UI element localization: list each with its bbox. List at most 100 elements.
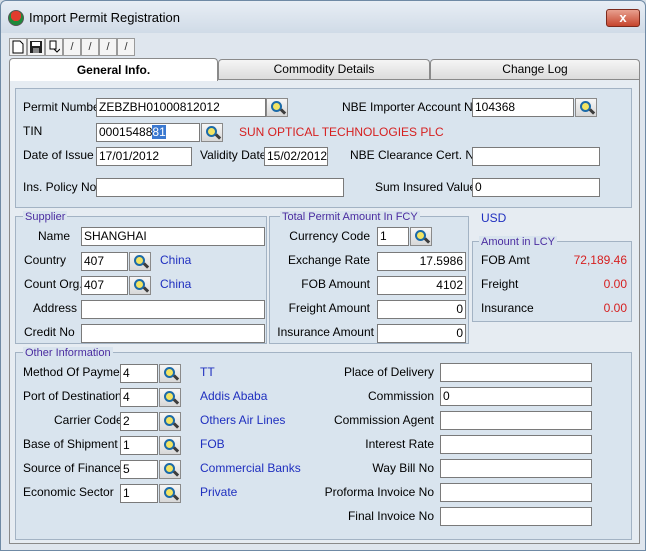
method-of-payment-label: Method Of Payment: [23, 365, 130, 379]
general-info-panel: Permit Number ZEBZBH01000812012 NBE Impo…: [9, 79, 640, 544]
proforma-invoice-label: Proforma Invoice No: [324, 485, 434, 499]
country-name: China: [160, 253, 192, 267]
method-of-payment-field[interactable]: 4: [120, 364, 158, 383]
country-origin-name: China: [160, 277, 192, 291]
freight-amount-label: Freight Amount: [288, 301, 370, 315]
supplier-group-title: Supplier: [23, 211, 68, 223]
close-button[interactable]: x: [606, 9, 640, 27]
proforma-invoice-field[interactable]: [440, 483, 592, 502]
carrier-name: Others Air Lines: [200, 413, 286, 427]
base-shipment-name: FOB: [200, 437, 225, 451]
nav-previous-icon[interactable]: /: [81, 38, 99, 56]
supplier-name-field[interactable]: SHANGHAI: [81, 227, 265, 246]
country-code-field[interactable]: 407: [81, 252, 128, 271]
credit-number-field[interactable]: [81, 324, 265, 343]
commission-label: Commission: [367, 389, 434, 403]
country-origin-label: Count Org.: [24, 277, 83, 291]
waybill-label: Way Bill No: [372, 461, 434, 475]
port-destination-name: Addis Ababa: [200, 389, 268, 403]
exchange-rate-field[interactable]: 17.5986: [377, 252, 466, 271]
commission-agent-field[interactable]: [440, 411, 592, 430]
fob-lcy-value: 72,189.46: [573, 253, 627, 267]
validity-date-label: Validity Date: [200, 148, 267, 162]
freight-amount-field[interactable]: 0: [377, 300, 466, 319]
clearance-cert-field[interactable]: [472, 147, 600, 166]
base-shipment-label: Base of Shipment: [23, 437, 118, 451]
tab-commodity-details[interactable]: Commodity Details: [218, 59, 430, 79]
nav-last-icon[interactable]: /: [117, 38, 135, 56]
lcy-amount-group: FOB Amt 72,189.46 Freight 0.00 Insurance…: [472, 241, 632, 322]
import-permit-window: Import Permit Registration x / / / / Gen…: [0, 0, 646, 551]
base-shipment-field[interactable]: 1: [120, 436, 158, 455]
insurance-amount-field[interactable]: 0: [377, 324, 466, 343]
source-finance-field[interactable]: 5: [120, 460, 158, 479]
supplier-name-label: Name: [38, 229, 71, 243]
nbe-account-search-icon[interactable]: [575, 98, 597, 117]
validity-date-field[interactable]: 15/02/2012: [264, 147, 328, 166]
currency-name: USD: [481, 211, 507, 225]
place-delivery-field[interactable]: [440, 363, 592, 382]
policy-number-field[interactable]: [96, 178, 344, 197]
insurance-lcy-label: Insurance: [481, 301, 534, 315]
address-field[interactable]: [81, 300, 265, 319]
carrier-code-field[interactable]: 2: [120, 412, 158, 431]
port-search-icon[interactable]: [159, 388, 181, 407]
waybill-field[interactable]: [440, 459, 592, 478]
currency-code-label: Currency Code: [289, 229, 370, 243]
port-destination-field[interactable]: 4: [120, 388, 158, 407]
economic-sector-label: Economic Sector: [23, 485, 114, 499]
sum-insured-field[interactable]: 0: [472, 178, 600, 197]
country-origin-search-icon[interactable]: [129, 276, 151, 295]
company-name: SUN OPTICAL TECHNOLOGIES PLC: [239, 125, 444, 139]
tab-change-log[interactable]: Change Log: [430, 59, 640, 79]
fob-amount-label: FOB Amount: [301, 277, 370, 291]
title-bar: Import Permit Registration x: [1, 1, 645, 33]
lcy-group-title: Amount in LCY: [479, 236, 557, 248]
window-title: Import Permit Registration: [29, 10, 180, 25]
freight-lcy-label: Freight: [481, 277, 519, 291]
nav-next-icon[interactable]: /: [99, 38, 117, 56]
tin-search-icon[interactable]: [201, 123, 223, 142]
permit-number-label: Permit Number: [23, 100, 104, 114]
permit-search-icon[interactable]: [266, 98, 288, 117]
sum-insured-label: Sum Insured Value: [375, 180, 477, 194]
app-icon: [8, 10, 24, 26]
currency-search-icon[interactable]: [410, 227, 432, 246]
method-search-icon[interactable]: [159, 364, 181, 383]
save-icon[interactable]: [27, 38, 45, 56]
fob-amount-field[interactable]: 4102: [377, 276, 466, 295]
new-document-icon[interactable]: [9, 38, 27, 56]
open-record-icon[interactable]: [45, 38, 63, 56]
tab-general-info[interactable]: General Info.: [9, 58, 218, 81]
sector-search-icon[interactable]: [159, 484, 181, 503]
carrier-code-label: Carrier Code: [54, 413, 123, 427]
country-search-icon[interactable]: [129, 252, 151, 271]
permit-number-field[interactable]: ZEBZBH01000812012: [96, 98, 266, 117]
freight-lcy-value: 0.00: [603, 277, 627, 291]
tin-value: 00015488: [99, 125, 153, 139]
final-invoice-label: Final Invoice No: [347, 509, 434, 523]
other-info-group: Method Of Payment 4 TT Port of Destinati…: [15, 352, 632, 540]
nav-first-icon[interactable]: /: [63, 38, 81, 56]
date-of-issue-field[interactable]: 17/01/2012: [96, 147, 192, 166]
port-destination-label: Port of Destination: [23, 389, 122, 403]
method-of-payment-name: TT: [200, 365, 215, 379]
final-invoice-field[interactable]: [440, 507, 592, 526]
finance-search-icon[interactable]: [159, 460, 181, 479]
fcy-group-title: Total Permit Amount In FCY: [280, 211, 420, 223]
interest-rate-field[interactable]: [440, 435, 592, 454]
place-delivery-label: Place of Delivery: [343, 365, 434, 379]
commission-field[interactable]: 0: [440, 387, 592, 406]
country-origin-code-field[interactable]: 407: [81, 276, 128, 295]
carrier-search-icon[interactable]: [159, 412, 181, 431]
nbe-account-field[interactable]: 104368: [472, 98, 574, 117]
insurance-amount-label: Insurance Amount: [277, 325, 374, 339]
policy-number-label: Ins. Policy No.: [23, 180, 100, 194]
tin-field[interactable]: 0001548881: [96, 123, 200, 142]
interest-rate-label: Interest Rate: [365, 437, 434, 451]
source-finance-label: Source of Finance: [23, 461, 121, 475]
nbe-account-label: NBE Importer Account No: [342, 100, 480, 114]
currency-code-field[interactable]: 1: [377, 227, 409, 246]
economic-sector-field[interactable]: 1: [120, 484, 158, 503]
base-search-icon[interactable]: [159, 436, 181, 455]
